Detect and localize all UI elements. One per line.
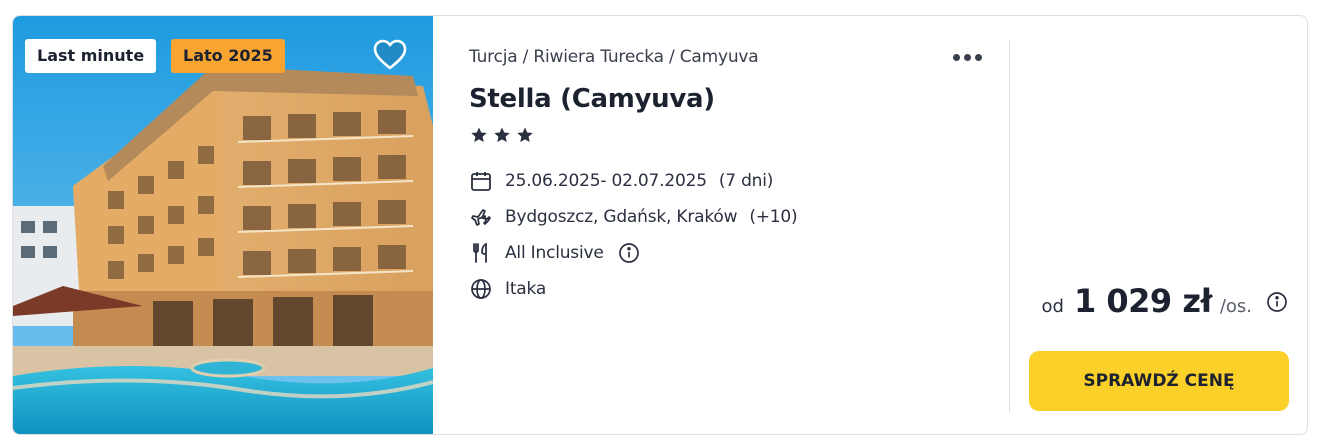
dates-text: 25.06.2025- 02.07.2025: [505, 171, 707, 191]
board-text: All Inclusive: [505, 243, 604, 263]
breadcrumb[interactable]: Turcja / Riwiera Turecka / Camyuva: [469, 47, 759, 67]
globe-icon: [469, 277, 493, 301]
info-icon[interactable]: [618, 242, 640, 264]
star-icon: [494, 127, 510, 143]
cutlery-icon: [469, 241, 493, 265]
board-row: All Inclusive: [469, 240, 640, 266]
offer-card[interactable]: Last minute Lato 2025 Turcja / Riwiera T…: [12, 15, 1308, 435]
operator-text: Itaka: [505, 279, 547, 299]
badge-season: Lato 2025: [171, 39, 285, 73]
heart-icon[interactable]: [372, 38, 408, 72]
hotel-photo[interactable]: Last minute Lato 2025: [13, 16, 433, 434]
hotel-photo-image: [13, 16, 433, 434]
price-suffix: /os.: [1219, 296, 1252, 317]
price-prefix: od: [1041, 296, 1064, 317]
star-icon: [471, 127, 487, 143]
divider: [1009, 40, 1010, 412]
badge-last-minute: Last minute: [25, 39, 157, 73]
more-options-icon[interactable]: [949, 46, 985, 68]
offer-details: Turcja / Riwiera Turecka / Camyuva Stell…: [469, 16, 1009, 434]
price: od 1 029 zł /os.: [1042, 282, 1288, 322]
hotel-rating: [470, 126, 534, 144]
dates-row: 25.06.2025- 02.07.2025 (7 dni): [469, 168, 773, 194]
airports-row: Bydgoszcz, Gdańsk, Kraków (+10): [469, 204, 798, 230]
check-price-button[interactable]: SPRAWDŹ CENĘ: [1029, 351, 1289, 411]
operator-row: Itaka: [469, 276, 546, 302]
plane-icon: [469, 205, 493, 229]
star-icon: [517, 127, 533, 143]
calendar-icon: [469, 169, 493, 193]
hotel-name[interactable]: Stella (Camyuva): [469, 84, 715, 114]
duration-text: (7 dni): [718, 171, 774, 191]
airports-text: Bydgoszcz, Gdańsk, Kraków: [505, 207, 738, 227]
price-amount: 1 029 zł: [1073, 282, 1212, 320]
info-icon[interactable]: [1266, 291, 1288, 313]
airports-more[interactable]: (+10): [749, 207, 797, 227]
